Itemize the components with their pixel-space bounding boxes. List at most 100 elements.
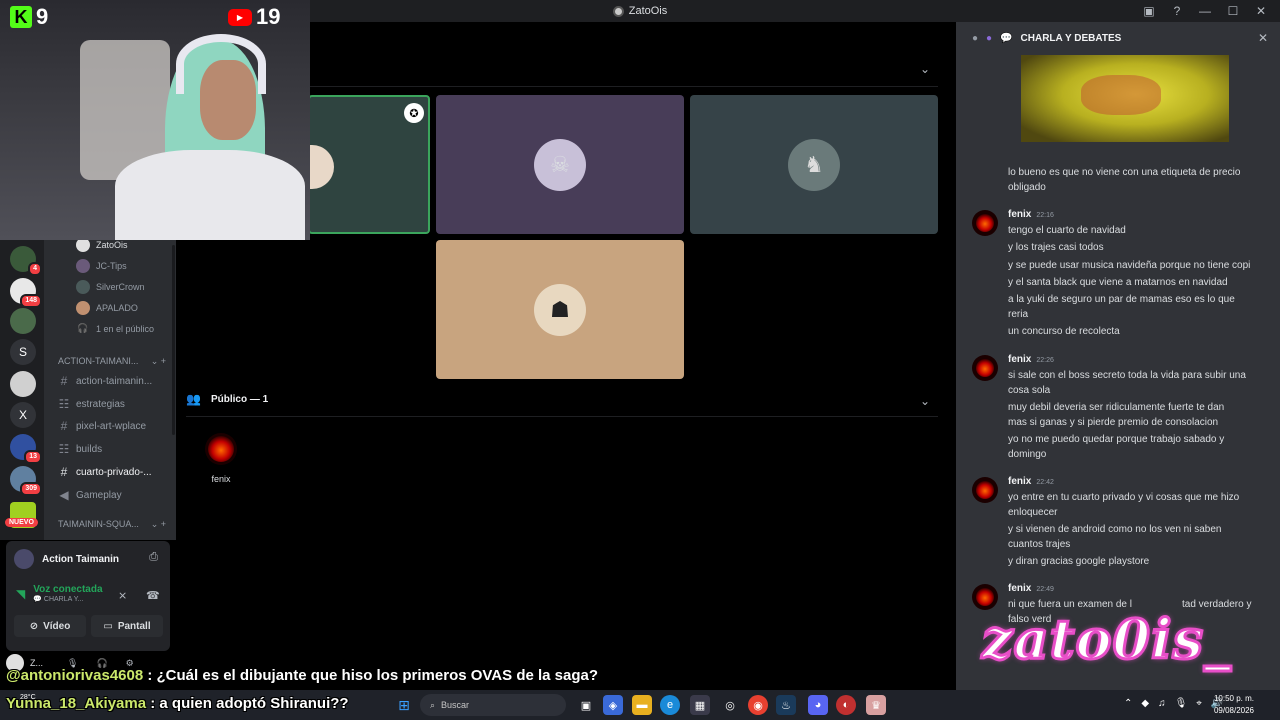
- message-line: lo bueno es que no viene con una etiquet…: [1008, 167, 1241, 178]
- chat-message: yo entre en tu cuarto privado y vi cosas…: [1008, 492, 1240, 503]
- audience-count-text: 1 en el público: [96, 323, 155, 334]
- channel-item[interactable]: # cuarto-privado-...: [58, 465, 168, 479]
- voice-user[interactable]: JC-Tips: [76, 259, 127, 273]
- speaker-tile[interactable]: ☠: [436, 95, 684, 234]
- category-header[interactable]: ACTION-TAIMANI... ⌄ +: [58, 356, 166, 367]
- close-button[interactable]: ✕: [1250, 2, 1272, 20]
- voice-status-row: ◥ Voz conectada 💬 CHARLA Y...: [16, 584, 103, 603]
- chat-message: y se puede usar musica navideña porque n…: [1008, 260, 1251, 271]
- steam-icon[interactable]: ♨: [776, 695, 796, 715]
- user-avatar: [76, 240, 90, 252]
- voice-user[interactable]: SilverCrown: [76, 280, 145, 294]
- category-header[interactable]: TAIMAININ-SQUA... ⌄ +: [58, 519, 166, 530]
- screen-share-icon[interactable]: ⎙: [149, 551, 158, 564]
- voice-server-name: Action Taimanin: [42, 553, 120, 565]
- author-avatar[interactable]: [972, 210, 998, 236]
- file-explorer-icon[interactable]: ▬: [632, 695, 652, 715]
- noise-suppression-icon[interactable]: ⨯: [118, 589, 127, 602]
- channel-scrollbar[interactable]: [172, 245, 175, 435]
- chat-title: CHARLA Y DEBATES: [1020, 32, 1122, 44]
- webcam-overlay: K 9 ▶ 19: [0, 0, 310, 240]
- maximize-button[interactable]: ☐: [1222, 2, 1244, 20]
- server-icon-3[interactable]: [10, 308, 36, 334]
- chat-message: y el santa black que viene a matarnos en…: [1008, 277, 1228, 288]
- message-author[interactable]: fenix 22:42: [1008, 476, 1054, 487]
- message-author[interactable]: fenix 22:26: [1008, 354, 1054, 365]
- task-view-icon[interactable]: ▣: [576, 695, 596, 715]
- channel-item[interactable]: ☷ estrategias: [58, 397, 168, 411]
- chat-message: tengo el cuarto de navidad: [1008, 225, 1126, 236]
- chrome-icon[interactable]: ◉: [748, 695, 768, 715]
- video-button[interactable]: ⊘ Vídeo: [14, 615, 86, 637]
- audience-count[interactable]: 🎧 1 en el público: [76, 323, 154, 334]
- server-icon-2[interactable]: 148: [10, 278, 42, 308]
- stream-chat-text: : ¿Cuál es el dibujante que hiso los pri…: [143, 667, 599, 684]
- disconnect-icon[interactable]: ☎: [146, 589, 160, 602]
- moderator-icon: ✪: [404, 103, 424, 123]
- game-icon[interactable]: ♛: [866, 695, 886, 715]
- audience-header-text: Público — 1: [210, 393, 269, 405]
- collapse-speakers-icon[interactable]: ⌄: [920, 62, 930, 76]
- server-badge: 4: [28, 262, 42, 276]
- server-icon-5[interactable]: [10, 371, 36, 397]
- voice-channel-name: CHARLA Y...: [43, 596, 84, 603]
- clock[interactable]: 10:50 p. m. 09/08/2026: [1214, 693, 1254, 717]
- search-box[interactable]: ⌕ Buscar: [420, 694, 566, 716]
- app-icon[interactable]: ◎: [720, 695, 740, 715]
- server-icon-7[interactable]: 13: [10, 434, 42, 464]
- speaker-tile[interactable]: ✪: [304, 95, 430, 234]
- channel-item[interactable]: ◀ Gameplay: [58, 488, 168, 502]
- kick-viewers: K 9: [10, 4, 48, 30]
- inbox-icon[interactable]: ▣: [1138, 2, 1160, 20]
- add-channel-icon[interactable]: ⌄ +: [151, 519, 166, 530]
- chat-message: reria: [1008, 309, 1029, 320]
- speaker-tile[interactable]: ☗: [436, 240, 684, 379]
- server-rail: 4 148 S X 13 309: [0, 240, 44, 540]
- author-avatar[interactable]: [972, 355, 998, 381]
- chat-message: yo no me puedo quedar porque trabajo sab…: [1008, 434, 1225, 445]
- discord-icon[interactable]: ◕: [808, 695, 828, 715]
- voice-user-name: SilverCrown: [96, 282, 145, 292]
- message-author[interactable]: fenix 22:16: [1008, 209, 1054, 220]
- obs-icon[interactable]: ◐: [836, 695, 856, 715]
- speaker-tile[interactable]: ♞: [690, 95, 938, 234]
- collapse-audience-icon[interactable]: ⌄: [920, 394, 930, 408]
- chat-message: muy debil deveria ser ridiculamente fuer…: [1008, 402, 1225, 413]
- audience-header: 👥 Público — 1: [186, 392, 268, 406]
- window-title-text: ZatoOis: [628, 5, 668, 17]
- channel-item[interactable]: # pixel-art-wplace: [58, 419, 168, 433]
- user-avatar: [76, 280, 90, 294]
- voice-user[interactable]: ZatoOis: [76, 240, 128, 252]
- voice-user[interactable]: APALADO: [76, 301, 138, 315]
- store-icon[interactable]: ▦: [690, 695, 710, 715]
- server-icon-1[interactable]: 4: [10, 246, 42, 276]
- audience-member-name: fenix: [211, 474, 231, 484]
- voice-server-row[interactable]: Action Taimanin: [14, 549, 119, 569]
- help-icon[interactable]: ?: [1166, 2, 1188, 20]
- voice-user-name: APALADO: [96, 303, 138, 313]
- minimize-button[interactable]: —: [1194, 2, 1216, 20]
- speaker-icon: ◀: [59, 488, 69, 502]
- channel-item[interactable]: # action-taimanin...: [58, 374, 168, 388]
- hash-icon: #: [60, 374, 68, 388]
- server-icon-8[interactable]: 309: [10, 466, 42, 496]
- server-icon-4[interactable]: S: [10, 339, 36, 365]
- author-avatar[interactable]: [972, 477, 998, 503]
- audience-member[interactable]: fenix: [204, 433, 238, 484]
- close-chat-icon[interactable]: ✕: [1258, 31, 1268, 45]
- screen-share-button[interactable]: ▭ Pantall: [91, 615, 163, 637]
- youtube-viewers: ▶ 19: [228, 4, 280, 30]
- server-icon-6[interactable]: X: [10, 402, 36, 428]
- start-button[interactable]: ⊞: [394, 695, 414, 715]
- copilot-icon[interactable]: ◈: [603, 695, 623, 715]
- voice-panel: Action Taimanin ⎙ ◥ Voz conectada 💬 CHAR…: [6, 541, 170, 651]
- voice-channel[interactable]: 💬 CHARLA Y...: [33, 595, 102, 603]
- chat-image[interactable]: [1021, 55, 1229, 142]
- stream-logo-text: zato0is_: [980, 606, 1233, 673]
- channel-item[interactable]: ☷ builds: [58, 442, 168, 456]
- edge-icon[interactable]: e: [660, 695, 680, 715]
- server-avatar: [14, 549, 34, 569]
- add-channel-icon[interactable]: ⌄ +: [151, 356, 166, 367]
- channel-name: builds: [76, 443, 103, 455]
- chat-message: obligado: [1008, 180, 1260, 195]
